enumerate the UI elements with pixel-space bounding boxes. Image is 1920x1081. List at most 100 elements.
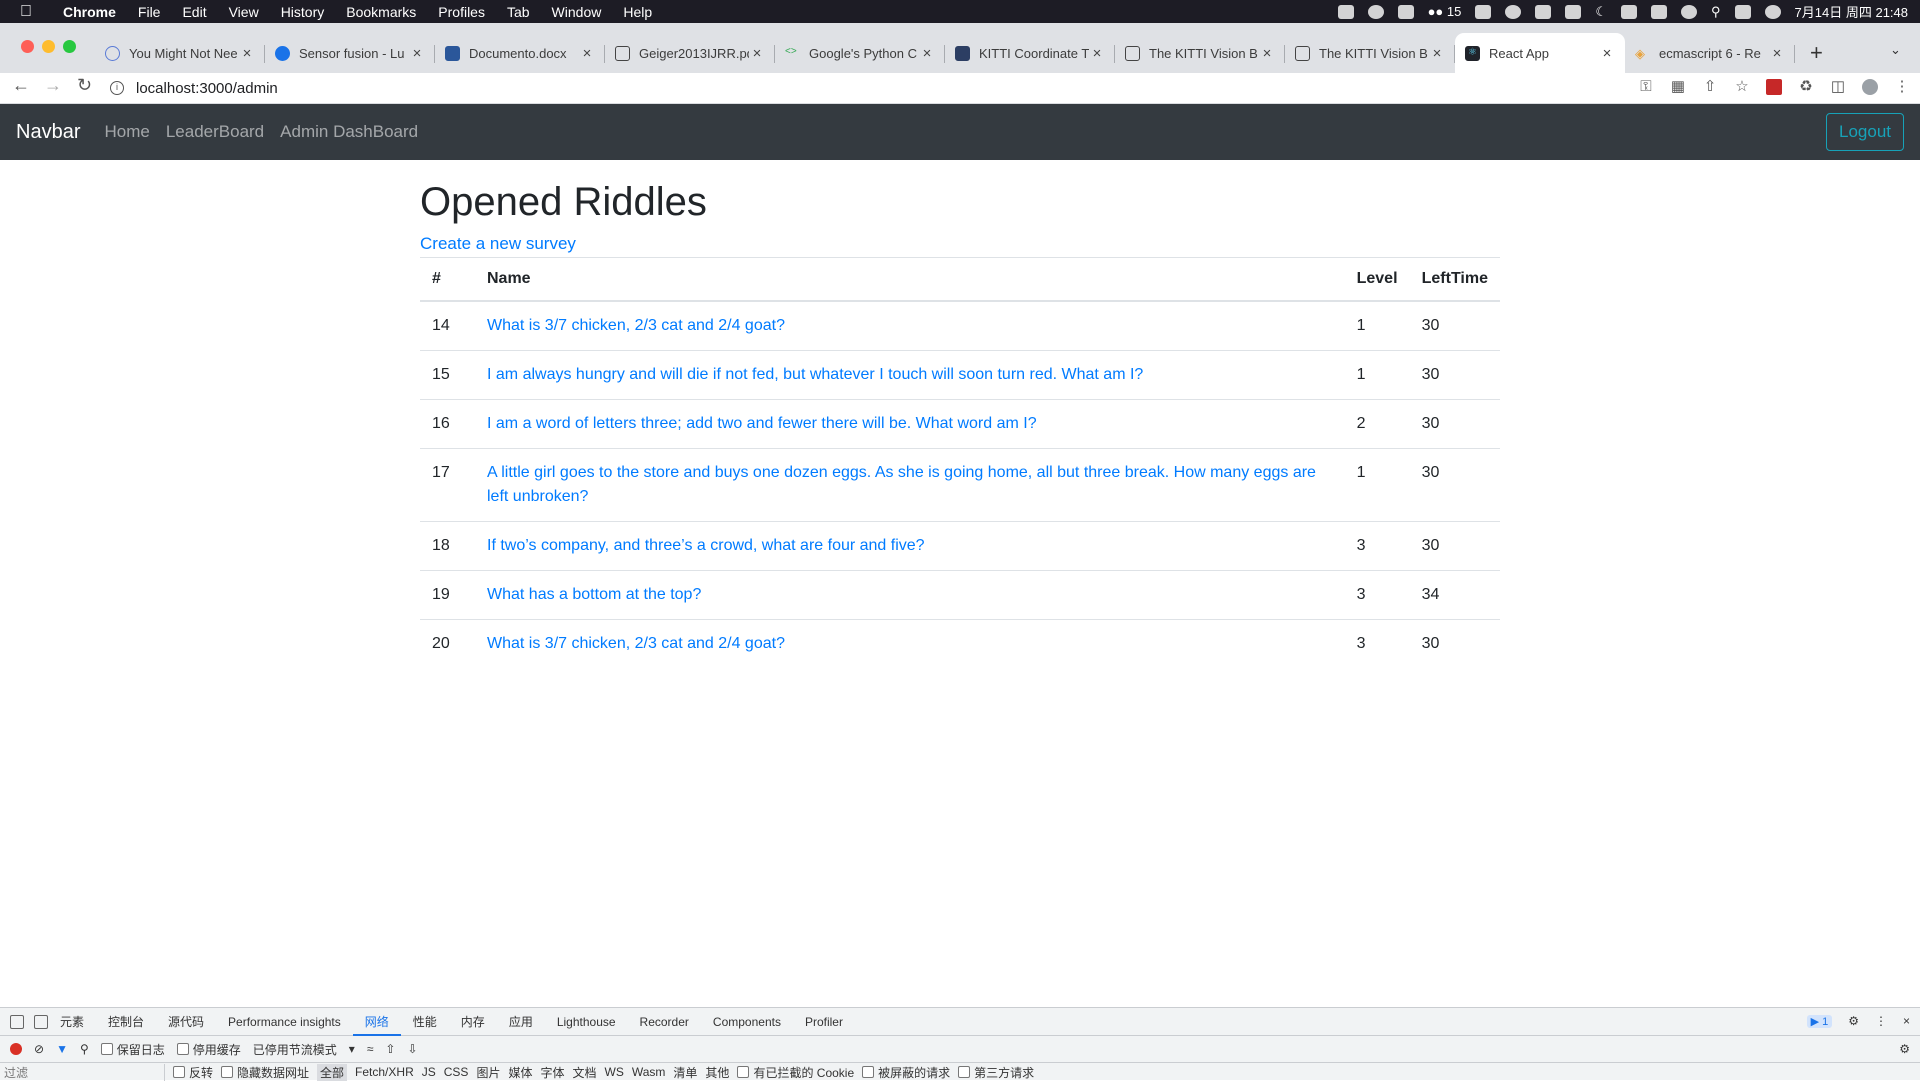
filter-type-all[interactable]: 全部 — [317, 1063, 348, 1081]
moon-icon[interactable]: ☾ — [1595, 4, 1607, 20]
filter-type-wasm[interactable]: Wasm — [632, 1065, 666, 1079]
devtools-tab-profiler[interactable]: Profiler — [793, 1008, 855, 1036]
zoom-window-button[interactable] — [63, 40, 76, 53]
blocked-cookies-checkbox[interactable]: 有已拦截的 Cookie — [737, 1064, 854, 1081]
menu-file[interactable]: File — [127, 4, 172, 20]
create-survey-link[interactable]: Create a new survey — [420, 234, 1500, 254]
close-icon[interactable]: × — [1259, 45, 1275, 62]
devtools-tab-recorder[interactable]: Recorder — [628, 1008, 701, 1036]
device-toolbar-icon[interactable] — [34, 1014, 48, 1029]
devtools-tab-lighthouse[interactable]: Lighthouse — [545, 1008, 628, 1036]
riddle-link[interactable]: A little girl goes to the store and buys… — [487, 464, 1316, 505]
close-icon[interactable]: × — [749, 45, 765, 62]
filter-icon[interactable]: ▼ — [56, 1042, 68, 1056]
filter-type-doc[interactable]: 文档 — [572, 1064, 596, 1081]
export-har-icon[interactable]: ⇩ — [407, 1042, 417, 1056]
filter-input[interactable]: 过滤 — [0, 1063, 165, 1081]
devtools-tab-sources[interactable]: 源代码 — [156, 1008, 216, 1036]
devtools-tab-performance[interactable]: 性能 — [401, 1008, 449, 1036]
throttling-select[interactable]: 已停用节流模式 — [253, 1041, 337, 1058]
inspect-element-icon[interactable] — [10, 1014, 24, 1029]
network-settings-icon[interactable]: ⚙ — [1899, 1042, 1910, 1056]
nav-link-admin-dashboard[interactable]: Admin DashBoard — [280, 122, 418, 142]
browser-tab[interactable]: ◈ ecmascript 6 - Re × — [1625, 33, 1795, 73]
network-conditions-icon[interactable]: ≈ — [367, 1042, 374, 1056]
profile-avatar-icon[interactable] — [1862, 79, 1878, 95]
riddle-link[interactable]: What is 3/7 chicken, 2/3 cat and 2/4 goa… — [487, 317, 785, 334]
bookmark-star-icon[interactable]: ☆ — [1734, 79, 1750, 95]
filter-type-fetch-xhr[interactable]: Fetch/XHR — [355, 1065, 414, 1079]
riddle-link[interactable]: I am a word of letters three; add two an… — [487, 415, 1037, 432]
browser-tab[interactable]: The KITTI Vision B × — [1115, 33, 1285, 73]
menu-view[interactable]: View — [218, 4, 270, 20]
close-icon[interactable]: × — [919, 45, 935, 62]
devtools-tab-components[interactable]: Components — [701, 1008, 793, 1036]
devtools-tab-performance-insights[interactable]: Performance insights — [216, 1008, 353, 1036]
side-panel-icon[interactable]: ◫ — [1830, 79, 1846, 95]
invert-checkbox[interactable]: 反转 — [173, 1064, 213, 1081]
menu-chrome[interactable]: Chrome — [52, 4, 127, 20]
third-party-checkbox[interactable]: 第三方请求 — [958, 1064, 1034, 1081]
close-icon[interactable]: × — [1429, 45, 1445, 62]
search-icon[interactable]: ⚲ — [80, 1042, 89, 1056]
share-icon[interactable]: ⇧ — [1702, 79, 1718, 95]
riddle-link[interactable]: If two’s company, and three’s a crowd, w… — [487, 537, 925, 554]
minimize-window-button[interactable] — [42, 40, 55, 53]
filter-type-css[interactable]: CSS — [444, 1065, 469, 1079]
word-icon[interactable] — [1565, 4, 1582, 19]
back-button[interactable]: ← — [12, 75, 30, 96]
clear-icon[interactable]: ⊘ — [34, 1042, 44, 1056]
close-devtools-icon[interactable]: × — [1903, 1014, 1910, 1028]
app-icon[interactable] — [1475, 4, 1492, 19]
translate-icon[interactable]: ▦ — [1670, 79, 1686, 95]
battery-icon[interactable] — [1651, 4, 1668, 19]
filter-type-other[interactable]: 其他 — [705, 1064, 729, 1081]
riddle-link[interactable]: What has a bottom at the top? — [487, 586, 701, 603]
info-icon[interactable]: i — [110, 81, 124, 95]
close-icon[interactable]: × — [579, 45, 595, 62]
new-tab-button[interactable]: + — [1810, 40, 1823, 66]
reload-button[interactable]: ↻ — [77, 75, 92, 96]
dropbox-icon[interactable] — [1535, 4, 1552, 19]
hide-data-urls-checkbox[interactable]: 隐藏数据网址 — [221, 1064, 309, 1081]
riddle-link[interactable]: What is 3/7 chicken, 2/3 cat and 2/4 goa… — [487, 635, 785, 652]
flag-icon[interactable] — [1621, 4, 1638, 19]
control-center-icon[interactable] — [1734, 4, 1751, 19]
siri-icon[interactable] — [1764, 4, 1781, 19]
close-icon[interactable]: × — [239, 45, 255, 62]
nav-link-home[interactable]: Home — [104, 122, 149, 142]
devtools-tab-console[interactable]: 控制台 — [96, 1008, 156, 1036]
link-icon[interactable] — [1681, 4, 1698, 19]
close-icon[interactable]: × — [409, 45, 425, 62]
browser-tab[interactable]: Sensor fusion - Lu × — [265, 33, 435, 73]
more-menu-icon[interactable]: ⋮ — [1894, 79, 1910, 95]
devtools-tab-memory[interactable]: 内存 — [449, 1008, 497, 1036]
menu-edit[interactable]: Edit — [171, 4, 217, 20]
devtools-tab-network[interactable]: 网络 — [352, 1008, 401, 1036]
menu-help[interactable]: Help — [612, 4, 663, 20]
record-button[interactable] — [10, 1043, 22, 1055]
close-window-button[interactable] — [21, 40, 34, 53]
shield-icon[interactable] — [1397, 4, 1414, 19]
filter-type-ws[interactable]: WS — [605, 1065, 624, 1079]
tab-search-icon[interactable]: ⌄ — [1890, 42, 1901, 58]
browser-tab-active[interactable]: ⚛ React App × — [1455, 33, 1625, 73]
close-icon[interactable]: × — [1599, 45, 1615, 62]
blocked-requests-checkbox[interactable]: 被屏蔽的请求 — [862, 1064, 950, 1081]
clock-datetime[interactable]: 7月14日 周四 21:48 — [1795, 2, 1908, 21]
devtools-tab-application[interactable]: 应用 — [497, 1008, 545, 1036]
riddle-link[interactable]: I am always hungry and will die if not f… — [487, 366, 1143, 383]
menu-window[interactable]: Window — [541, 4, 613, 20]
camera-icon[interactable] — [1337, 4, 1354, 19]
key-icon[interactable]: ⚿ — [1638, 79, 1654, 95]
chevron-down-icon[interactable]: ▾ — [349, 1042, 355, 1056]
devtools-more-icon[interactable]: ⋮ — [1875, 1014, 1887, 1028]
menu-bookmarks[interactable]: Bookmarks — [335, 4, 427, 20]
close-icon[interactable]: × — [1769, 45, 1785, 62]
filter-type-js[interactable]: JS — [422, 1065, 436, 1079]
browser-tab[interactable]: <> Google's Python C × — [775, 33, 945, 73]
devtools-tab-elements[interactable]: 元素 — [48, 1008, 96, 1036]
nav-link-leaderboard[interactable]: LeaderBoard — [166, 122, 264, 142]
import-har-icon[interactable]: ⇧ — [385, 1042, 395, 1056]
forward-button[interactable]: → — [44, 75, 62, 96]
